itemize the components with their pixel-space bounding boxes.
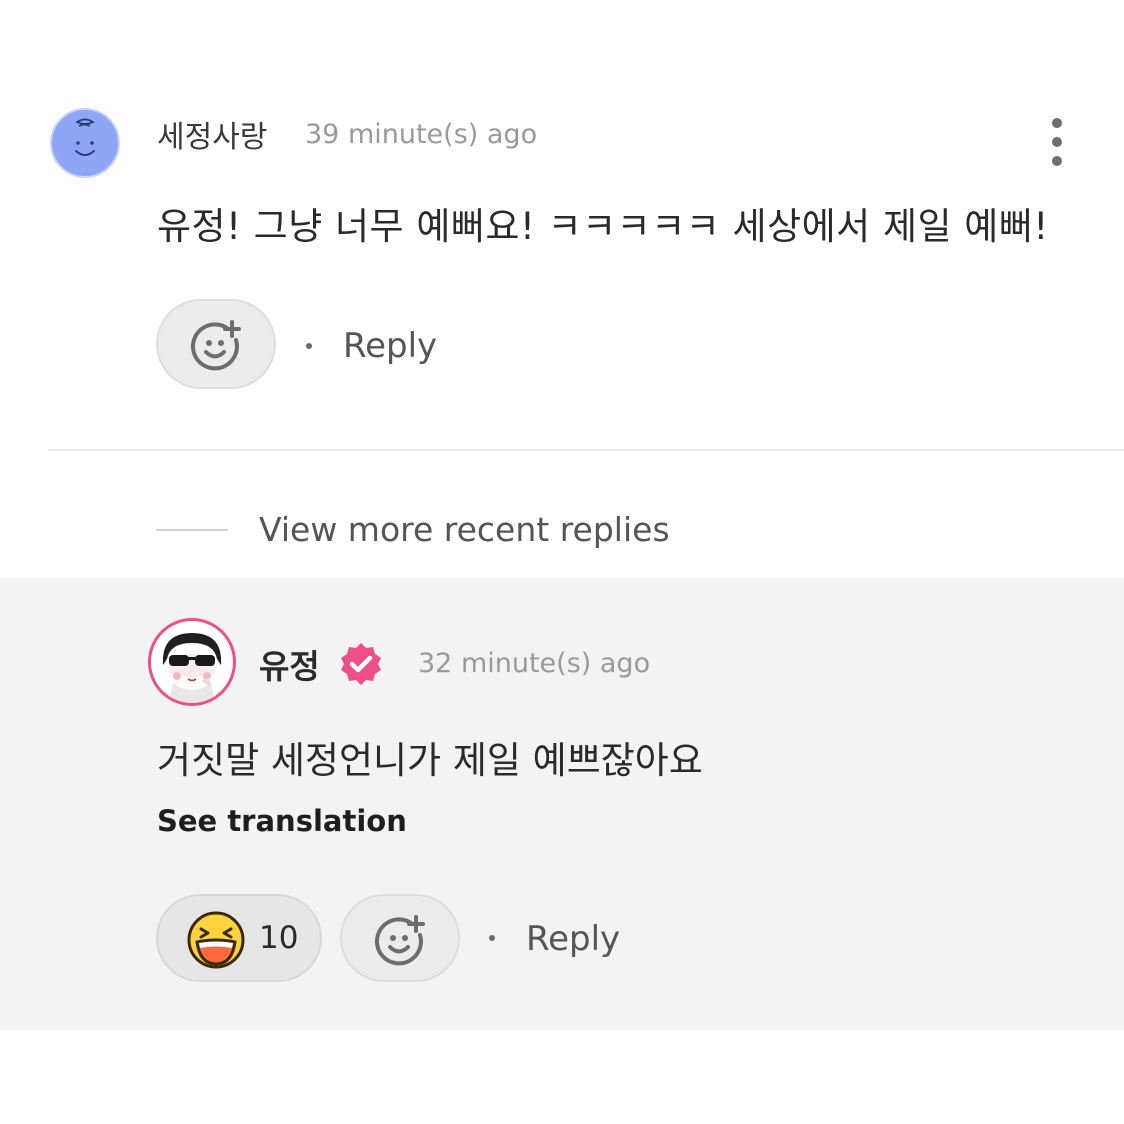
comment-body: 유정! 그냥 너무 예뻐요! ㅋㅋㅋㅋㅋ 세상에서 제일 예뻐! [157, 205, 1049, 248]
smiley-face-icon [75, 118, 95, 156]
comment-timestamp: 39 minute(s) ago [305, 119, 538, 150]
artist-avatar-icon [162, 633, 222, 703]
artist-reply-timestamp: 32 minute(s) ago [418, 648, 651, 679]
comment-username[interactable]: 세정사랑 [157, 112, 267, 156]
more-options-icon[interactable] [1044, 116, 1072, 168]
user-avatar[interactable] [50, 108, 120, 178]
reaction-count-button[interactable]: 10 [156, 894, 322, 982]
separator-dot [489, 935, 495, 941]
reply-button[interactable]: Reply [526, 919, 620, 959]
laughing-face-icon [187, 911, 245, 969]
reply-button[interactable]: Reply [343, 326, 437, 366]
add-emoji-icon [374, 915, 425, 966]
artist-username[interactable]: 유정 [259, 640, 320, 688]
add-reaction-button[interactable] [340, 894, 460, 982]
view-more-replies-link[interactable]: View more recent replies [259, 510, 670, 549]
comment: 세정사랑 39 minute(s) ago 유정! 그냥 너무 예뻐요! ㅋㅋㅋ… [0, 0, 1124, 450]
reaction-count: 10 [259, 920, 299, 956]
see-translation-button[interactable]: See translation [157, 804, 407, 838]
add-emoji-icon [190, 320, 241, 371]
view-more-line [156, 529, 228, 531]
artist-reply-body: 거짓말 세정언니가 제일 예쁘잖아요 [157, 739, 703, 782]
artist-reply: 유정 32 minute(s) ago 거짓말 세정언니가 제일 예쁘잖아요 S… [0, 578, 1124, 1030]
separator-dot [306, 343, 312, 349]
verified-badge-icon [341, 643, 381, 685]
divider [48, 449, 1124, 451]
artist-avatar[interactable] [148, 618, 236, 706]
add-reaction-button[interactable] [156, 299, 276, 389]
